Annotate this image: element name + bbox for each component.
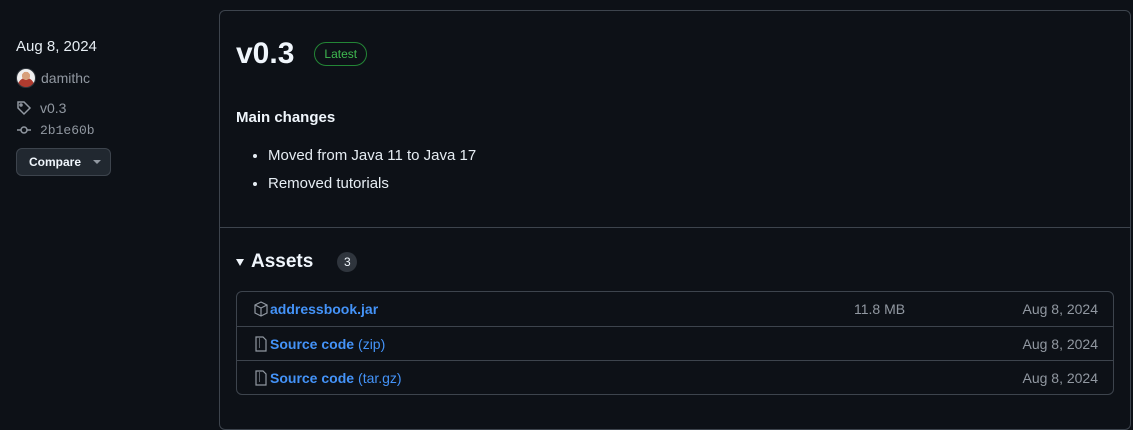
asset-list: addressbook.jar 11.8 MB Aug 8, 2024 Sour… bbox=[236, 291, 1114, 395]
asset-link[interactable]: Source code (zip) bbox=[270, 336, 385, 352]
commit-link[interactable]: 2b1e60b bbox=[16, 122, 95, 138]
latest-badge: Latest bbox=[314, 42, 368, 66]
expand-triangle-icon bbox=[236, 258, 244, 266]
release-date: Aug 8, 2024 bbox=[16, 38, 97, 55]
assets-title: Assets bbox=[251, 251, 314, 272]
tag-link[interactable]: v0.3 bbox=[16, 100, 66, 116]
list-item: Moved from Java 11 to Java 17 bbox=[268, 147, 476, 175]
avatar bbox=[16, 68, 36, 88]
asset-size: 11.8 MB bbox=[854, 301, 906, 317]
section-divider bbox=[220, 227, 1130, 228]
notes-heading: Main changes bbox=[236, 109, 336, 126]
chevron-down-icon bbox=[93, 160, 102, 164]
list-item: Removed tutorials bbox=[268, 175, 476, 203]
release-notes-list: Moved from Java 11 to Java 17 Removed tu… bbox=[268, 147, 476, 203]
assets-toggle[interactable]: Assets 3 bbox=[236, 251, 358, 273]
author-link[interactable]: damithc bbox=[16, 68, 90, 88]
asset-link[interactable]: Source code (tar.gz) bbox=[270, 370, 402, 386]
file-zip-icon bbox=[255, 335, 267, 352]
asset-count-badge: 3 bbox=[337, 252, 358, 272]
asset-row: addressbook.jar 11.8 MB Aug 8, 2024 bbox=[237, 292, 1113, 326]
compare-button[interactable]: Compare bbox=[16, 148, 111, 176]
commit-icon bbox=[17, 126, 31, 134]
asset-row: Source code (zip) Aug 8, 2024 bbox=[237, 326, 1113, 360]
asset-date: Aug 8, 2024 bbox=[1022, 301, 1098, 317]
asset-link[interactable]: addressbook.jar bbox=[270, 301, 382, 317]
tag-icon bbox=[17, 101, 32, 116]
asset-date: Aug 8, 2024 bbox=[1022, 335, 1098, 352]
file-zip-icon bbox=[255, 369, 267, 386]
compare-label: Compare bbox=[29, 155, 82, 169]
asset-date: Aug 8, 2024 bbox=[1022, 369, 1098, 386]
author-name: damithc bbox=[41, 70, 91, 86]
package-icon bbox=[254, 301, 268, 317]
asset-row: Source code (tar.gz) Aug 8, 2024 bbox=[237, 360, 1113, 394]
release-title[interactable]: v0.3 bbox=[236, 37, 294, 71]
release-header: v0.3 Latest bbox=[236, 37, 368, 71]
tag-name: v0.3 bbox=[40, 100, 67, 116]
release-card: v0.3 Latest Main changes Moved from Java… bbox=[219, 10, 1131, 430]
commit-hash: 2b1e60b bbox=[40, 122, 95, 138]
